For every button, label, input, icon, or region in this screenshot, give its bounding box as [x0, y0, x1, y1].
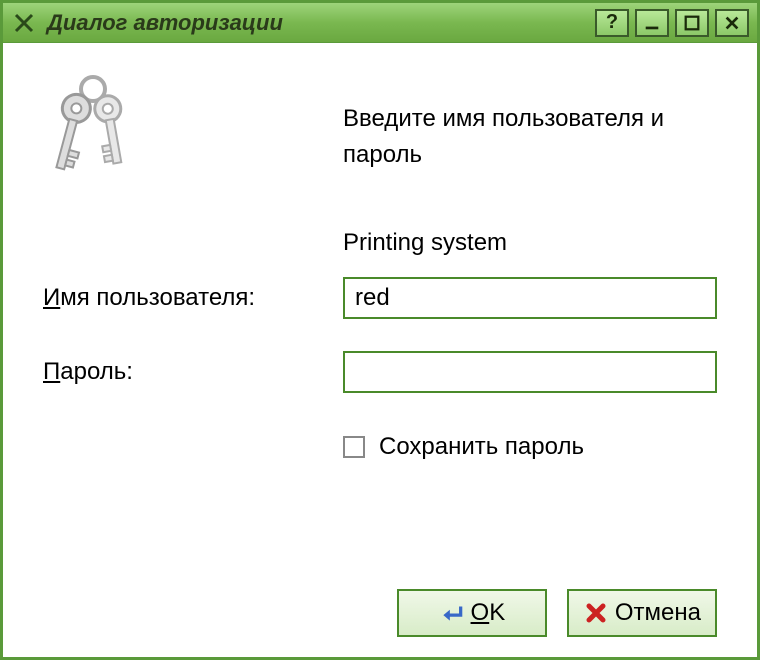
username-row: Имя пользователя: [43, 277, 717, 319]
username-input[interactable] [343, 277, 717, 319]
subsystem-text: Printing system [343, 229, 717, 257]
ok-button[interactable]: OK [397, 589, 547, 637]
app-x-icon [11, 10, 37, 36]
dialog-content: Введите имя пользователя и пароль Printi… [3, 43, 757, 657]
keys-icon-container [43, 71, 343, 206]
action-buttons: OK Отмена [43, 589, 717, 637]
password-row: Пароль: [43, 351, 717, 393]
minimize-button[interactable] [635, 9, 669, 37]
cancel-button[interactable]: Отмена [567, 589, 717, 637]
auth-dialog-window: Диалог авторизации ? [0, 0, 760, 660]
window-title: Диалог авторизации [47, 10, 595, 36]
save-password-label[interactable]: Сохранить пароль [379, 433, 584, 461]
intro-column: Введите имя пользователя и пароль Printi… [343, 71, 717, 257]
ok-enter-icon [439, 600, 465, 626]
cancel-x-icon [583, 600, 609, 626]
prompt-text: Введите имя пользователя и пароль [343, 101, 717, 173]
keys-icon [43, 71, 153, 201]
intro-row: Введите имя пользователя и пароль Printi… [43, 71, 717, 257]
close-button[interactable] [715, 9, 749, 37]
help-button[interactable]: ? [595, 9, 629, 37]
titlebar: Диалог авторизации ? [3, 3, 757, 43]
window-controls: ? [595, 9, 749, 37]
username-label: Имя пользователя: [43, 284, 343, 312]
maximize-button[interactable] [675, 9, 709, 37]
password-label: Пароль: [43, 358, 343, 386]
save-password-row: Сохранить пароль [343, 433, 717, 461]
save-password-checkbox[interactable] [343, 436, 365, 458]
password-input[interactable] [343, 351, 717, 393]
